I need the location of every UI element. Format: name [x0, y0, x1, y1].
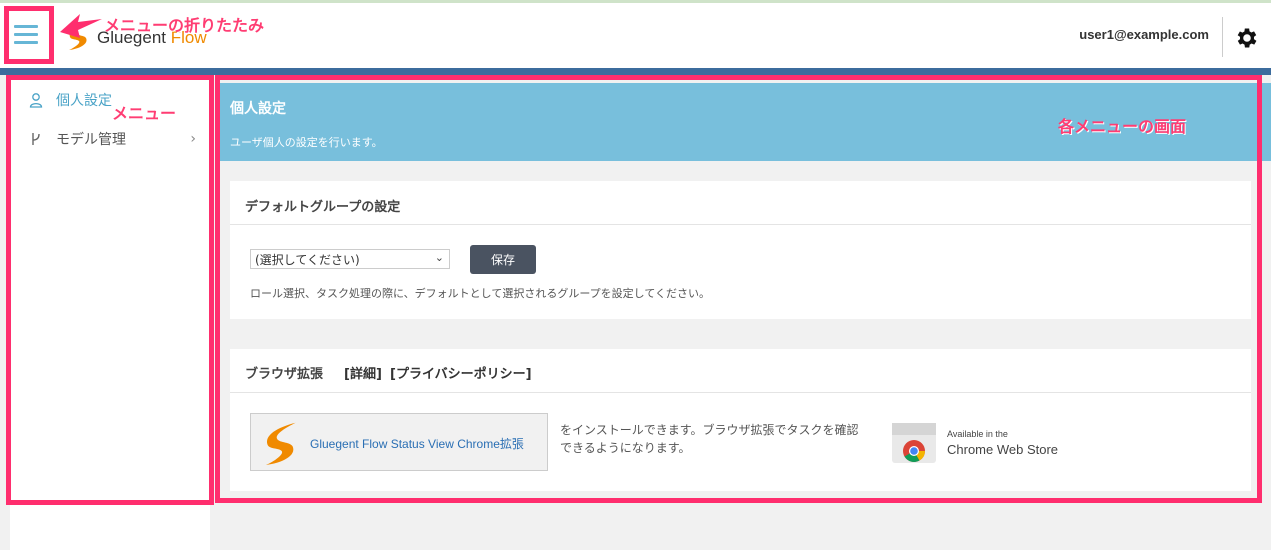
user-email[interactable]: user1@example.com	[1079, 27, 1209, 42]
annotation-label-screen: 各メニューの画面	[1058, 117, 1187, 136]
header-divider	[1222, 17, 1223, 57]
annotation-label-menu: メニュー	[112, 104, 177, 123]
annotation-box-screen	[215, 75, 1262, 503]
annotation-arrow-icon	[60, 14, 102, 38]
header-bottom-strip	[0, 68, 1271, 75]
annotation-box-collapse	[4, 6, 54, 64]
gear-icon[interactable]	[1234, 25, 1260, 51]
page: Gluegent Flow user1@example.com 個人設定 モデル…	[0, 0, 1271, 550]
annotation-box-menu	[6, 75, 214, 505]
annotation-label-collapse: メニューの折りたたみ	[104, 16, 265, 35]
